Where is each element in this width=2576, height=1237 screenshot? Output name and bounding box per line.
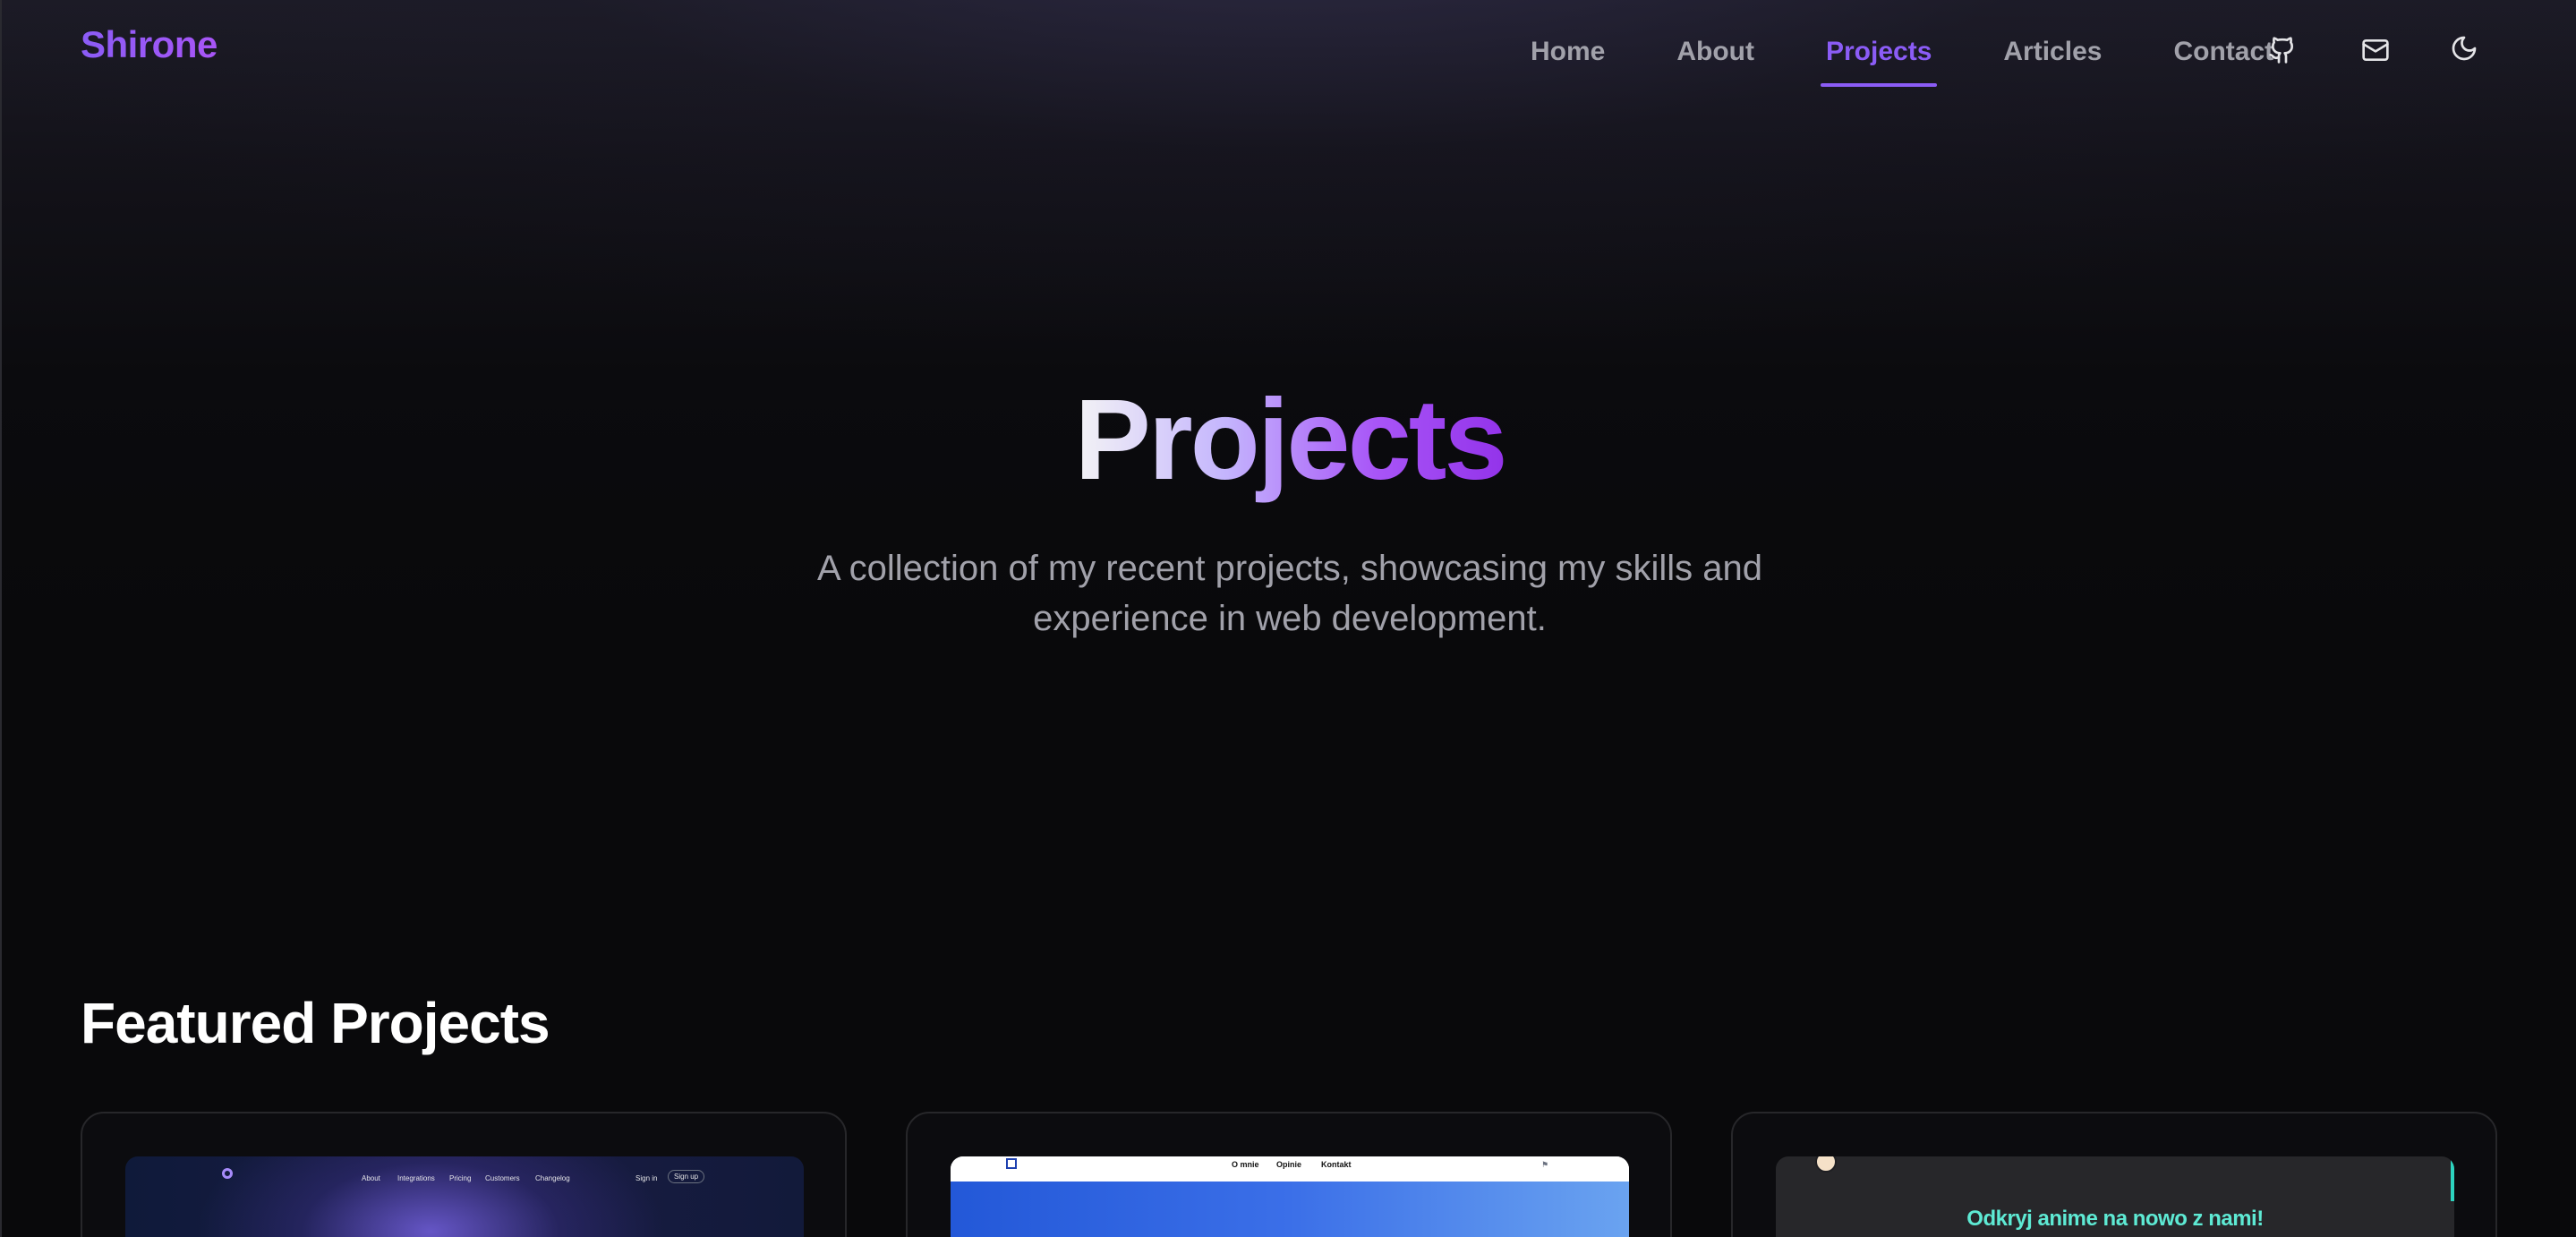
- page-subtitle: A collection of my recent projects, show…: [817, 549, 1762, 638]
- preview-nav-link: Kontakt: [1321, 1160, 1352, 1169]
- brand-logo[interactable]: Shirone: [81, 23, 218, 66]
- preview-nav-link: About: [362, 1174, 380, 1182]
- page-title: Projects: [2, 383, 2576, 498]
- preview-nav-link: Pricing: [449, 1174, 472, 1182]
- nav-about[interactable]: About: [1669, 30, 1761, 74]
- preview-logo-icon: [222, 1168, 233, 1179]
- project-card[interactable]: Odkryj anime na nowo z nami!: [1731, 1112, 2497, 1237]
- preview-nav-link: O mnie: [1232, 1160, 1259, 1169]
- project-card[interactable]: O mnie Opinie Kontakt ⚑: [906, 1112, 1672, 1237]
- nav-home[interactable]: Home: [1523, 30, 1612, 74]
- project-card[interactable]: About Integrations Pricing Customers Cha…: [81, 1112, 847, 1237]
- mail-icon[interactable]: [2358, 32, 2393, 68]
- preview-flag-icon: ⚑: [1541, 1160, 1549, 1169]
- preview-nav-link: Integrations: [397, 1174, 435, 1182]
- page-title-text: Projects: [1074, 376, 1507, 504]
- preview-nav-link: Opinie: [1276, 1160, 1302, 1169]
- project-preview-image: O mnie Opinie Kontakt ⚑: [951, 1156, 1629, 1237]
- preview-sign-in: Sign in: [635, 1174, 658, 1182]
- project-preview-image: Odkryj anime na nowo z nami!: [1776, 1156, 2454, 1237]
- featured-projects-title: Featured Projects: [81, 991, 550, 1055]
- nav-contact[interactable]: Contact: [2166, 30, 2281, 74]
- preview-nav-link: Changelog: [535, 1174, 570, 1182]
- page: Shirone Home About Projects Articles Con…: [0, 0, 2576, 1237]
- github-icon[interactable]: [2265, 32, 2300, 68]
- preview-nav-link: Customers: [485, 1174, 520, 1182]
- preview-sign-up: Sign up: [668, 1170, 705, 1183]
- nav-projects[interactable]: Projects: [1819, 30, 1939, 87]
- preview-accent-bar: [2451, 1160, 2454, 1201]
- site-header: Shirone Home About Projects Articles Con…: [2, 0, 2576, 104]
- preview-heading: Odkryj anime na nowo z nami!: [1966, 1207, 2264, 1231]
- project-preview-image: About Integrations Pricing Customers Cha…: [125, 1156, 804, 1237]
- nav-articles[interactable]: Articles: [1996, 30, 2109, 74]
- moon-icon[interactable]: [2446, 30, 2482, 66]
- preview-logo-icon: [1006, 1158, 1017, 1169]
- preview-avatar: [1815, 1156, 1837, 1173]
- main-nav: Home About Projects Articles Contact: [1523, 0, 2338, 104]
- preview-hero-banner: [951, 1182, 1629, 1237]
